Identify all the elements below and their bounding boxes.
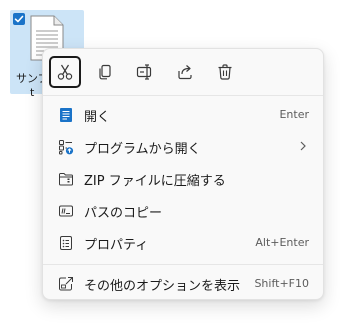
open-icon (60, 108, 72, 122)
menu-separator (43, 264, 323, 265)
copy-path-icon (59, 205, 73, 217)
menu-item-label: パスのコピー (84, 206, 163, 221)
menu-item-open[interactable]: 開く Enter (47, 100, 319, 130)
rename-icon (136, 64, 152, 80)
open-with-icon (59, 140, 74, 155)
cut-button[interactable] (49, 56, 81, 88)
checkmark-icon (14, 15, 24, 23)
menu-item-shortcut: Alt+Enter (255, 236, 309, 249)
context-menu: 開く Enter プログラムから開く ZIP ファイルに圧縮する パスのコピー … (42, 48, 324, 300)
menu-separator (43, 95, 323, 96)
zip-folder-icon (59, 173, 73, 186)
context-menu-toolbar (43, 49, 323, 95)
scissors-icon (57, 64, 73, 80)
menu-item-label: その他のオプションを表示 (84, 279, 241, 294)
menu-item-label: プロパティ (84, 238, 149, 253)
selection-checkbox[interactable] (13, 13, 25, 25)
rename-button[interactable] (129, 56, 161, 88)
menu-item-label: プログラムから開く (84, 142, 201, 157)
delete-button[interactable] (209, 56, 241, 88)
copy-icon (99, 64, 111, 80)
menu-item-open-with[interactable]: プログラムから開く (47, 132, 319, 162)
chevron-right-icon (300, 141, 306, 151)
menu-item-properties[interactable]: プロパティ Alt+Enter (47, 228, 319, 258)
properties-icon (60, 236, 72, 250)
trash-icon (218, 64, 232, 80)
menu-item-shortcut: Shift+F10 (254, 277, 309, 290)
copy-button[interactable] (89, 56, 121, 88)
menu-item-compress-zip[interactable]: ZIP ファイルに圧縮する (47, 164, 319, 194)
menu-item-show-more-options[interactable]: その他のオプションを表示 Shift+F10 (47, 269, 319, 299)
menu-item-shortcut: Enter (279, 108, 309, 121)
desktop: サンプ t 開く Enter プログラムから開く ZIP ファイルに圧縮する パ… (0, 0, 340, 324)
menu-item-label: ZIP ファイルに圧縮する (84, 174, 226, 189)
menu-item-label: 開く (84, 110, 111, 125)
share-icon (178, 65, 192, 80)
file-name-label-line2: t (30, 86, 35, 99)
more-options-icon (59, 277, 73, 291)
menu-item-copy-path[interactable]: パスのコピー (47, 196, 319, 226)
share-button[interactable] (169, 56, 201, 88)
